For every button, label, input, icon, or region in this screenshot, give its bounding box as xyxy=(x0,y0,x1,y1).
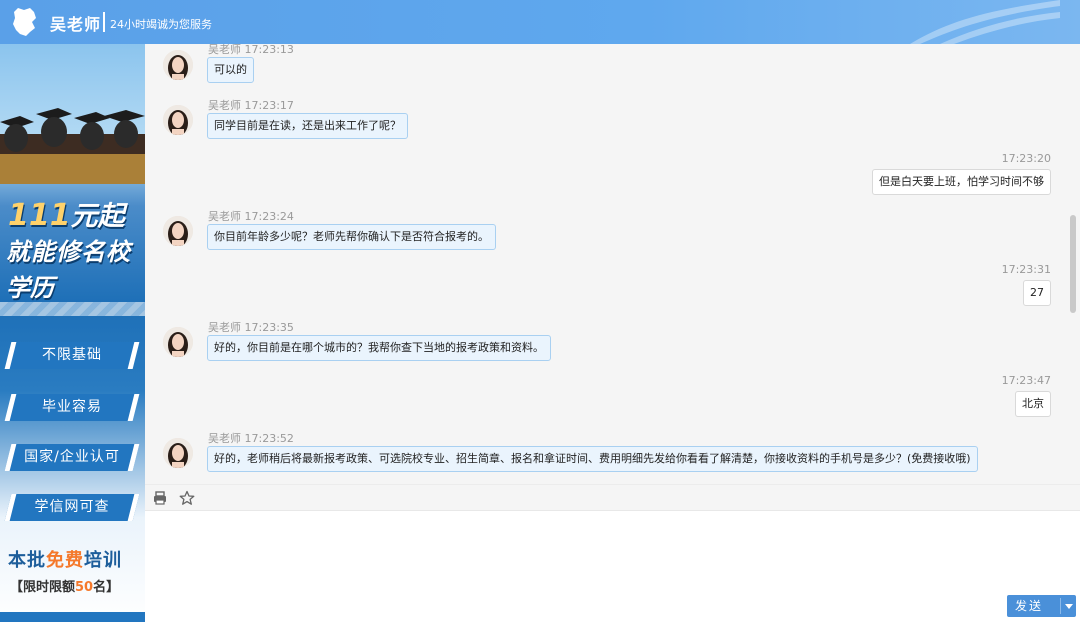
teacher-avatar xyxy=(163,105,193,135)
price-suffix: 元起 xyxy=(70,201,125,232)
map-logo-icon xyxy=(13,8,36,36)
graduates-photo xyxy=(0,108,145,184)
send-label: 发送 xyxy=(1015,599,1044,613)
message-meta: 吴老师 17:23:52 xyxy=(208,432,294,445)
promo-banner[interactable]: 111元起 就能修名校 学历 不限基础 毕业容易 国家/企业认可 学信网可查 本… xyxy=(0,44,145,622)
decorative-stripe xyxy=(0,302,145,316)
tag-no-basis: 不限基础 xyxy=(4,342,140,369)
teacher-avatar xyxy=(163,438,193,468)
teacher-avatar xyxy=(163,50,193,80)
chat-header: 吴老师 24小时竭诚为您服务 xyxy=(0,0,1080,44)
message-meta: 吴老师 17:23:17 xyxy=(208,99,294,112)
user-message: 北京 xyxy=(1015,391,1051,417)
message-input[interactable] xyxy=(145,510,1080,622)
headline-line3: 学历 xyxy=(6,274,54,302)
tag-easy-graduate: 毕业容易 xyxy=(4,394,140,421)
headline-line2: 就能修名校 xyxy=(6,238,131,266)
send-divider xyxy=(1060,598,1061,614)
agent-name: 吴老师 xyxy=(50,15,102,34)
price-headline: 111元起 xyxy=(8,194,125,233)
message-meta: 吴老师 17:23:13 xyxy=(208,44,294,56)
teacher-message: 同学目前是在读，还是出来工作了呢？ xyxy=(207,113,408,139)
message-meta: 17:23:20 xyxy=(1001,152,1051,165)
chat-history[interactable]: 吴老师 17:23:13 可以的 吴老师 17:23:17 同学目前是在读，还是… xyxy=(145,44,1080,484)
price-number: 111 xyxy=(8,198,71,233)
header-decoration xyxy=(910,0,1060,44)
send-options-dropdown-icon[interactable] xyxy=(1065,604,1073,609)
star-icon[interactable] xyxy=(179,490,195,506)
limited-seats-text: 【限时限额50名】 xyxy=(10,580,120,595)
user-message: 27 xyxy=(1023,280,1051,306)
teacher-avatar xyxy=(163,216,193,246)
chat-scrollbar[interactable] xyxy=(1070,215,1076,313)
message-meta: 17:23:47 xyxy=(1001,374,1051,387)
header-divider xyxy=(103,12,105,32)
teacher-message: 可以的 xyxy=(207,57,254,83)
message-meta: 17:23:31 xyxy=(1001,263,1051,276)
teacher-message: 好的，你目前是在哪个城市的？我帮你查下当地的报考政策和资料。 xyxy=(207,335,551,361)
teacher-avatar xyxy=(163,327,193,357)
header-slogan: 24小时竭诚为您服务 xyxy=(110,18,212,31)
banner-bottom-stripe xyxy=(0,612,145,622)
tag-recognized: 国家/企业认可 xyxy=(4,444,140,471)
printer-icon[interactable] xyxy=(152,490,168,506)
tag-xuexin: 学信网可查 xyxy=(4,494,140,521)
teacher-message: 好的，老师稍后将最新报考政策、可选院校专业、招生简章、报名和拿证时间、费用明细先… xyxy=(207,446,978,472)
message-meta: 吴老师 17:23:35 xyxy=(208,321,294,334)
message-meta: 吴老师 17:23:24 xyxy=(208,210,294,223)
send-button[interactable]: 发送 xyxy=(1007,595,1076,617)
user-message: 但是白天要上班，怕学习时间不够 xyxy=(872,169,1051,195)
chat-toolbar xyxy=(145,484,1080,510)
teacher-message: 你目前年龄多少呢？老师先帮你确认下是否符合报考的。 xyxy=(207,224,496,250)
free-training-text: 本批免费培训 xyxy=(8,550,122,571)
